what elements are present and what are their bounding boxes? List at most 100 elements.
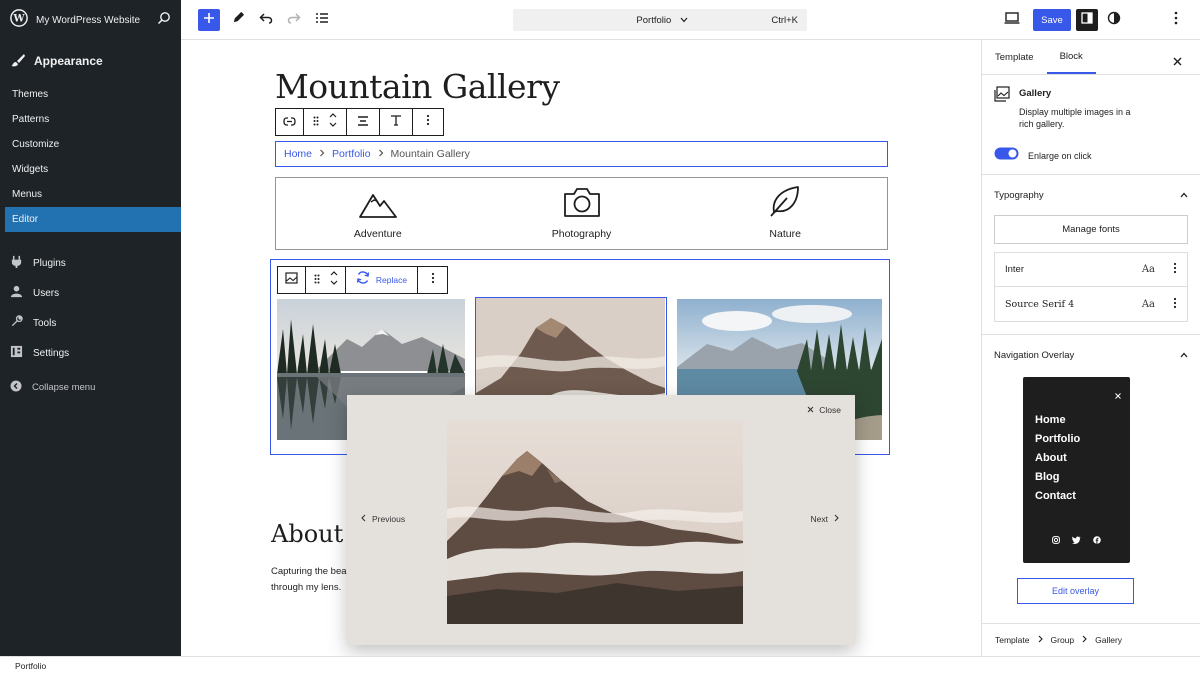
align-button[interactable] [347,109,380,135]
lightbox-next-label: Next [810,514,828,524]
chevron-up-icon [1180,190,1188,201]
more-vertical-icon [431,271,435,289]
navigation-overlay-header[interactable]: Navigation Overlay [982,335,1200,375]
move-controls[interactable] [304,109,347,135]
page-title[interactable]: Mountain Gallery [275,67,560,106]
undo-button[interactable] [255,9,277,31]
wordpress-logo-icon[interactable]: W [10,8,28,32]
menu-tools[interactable]: Tools [0,308,181,338]
typography-section: Typography Manage fonts Inter Aa Source … [982,175,1200,335]
font-preview: Aa [1141,264,1155,275]
plug-icon [10,255,23,271]
save-button[interactable]: Save [1033,9,1071,31]
block-breadcrumb-gallery[interactable]: Gallery [1095,635,1122,645]
site-editor: W My WordPress Website Appearance Themes… [0,0,1200,675]
drag-handle-icon[interactable] [313,113,319,131]
replace-button[interactable]: Replace [346,267,418,293]
redo-button[interactable] [283,9,305,31]
chevron-left-icon [361,514,366,524]
desktop-icon [1004,11,1020,29]
submenu-themes[interactable]: Themes [0,82,181,107]
device-preview-button[interactable] [1001,9,1023,31]
navigation-overlay-section: Navigation Overlay Home Portfolio About … [982,335,1200,623]
edit-overlay-button[interactable]: Edit overlay [1017,578,1134,604]
block-breadcrumb: Template Group Gallery [982,623,1200,656]
facebook-icon [1093,531,1101,549]
enlarge-toggle-row: Enlarge on click [994,147,1092,165]
manage-fonts-button[interactable]: Manage fonts [994,215,1188,244]
move-up-down-icon[interactable] [330,270,338,291]
transform-button[interactable] [276,109,304,135]
typography-header[interactable]: Typography [982,175,1200,215]
list-view-icon [315,11,329,29]
submenu-patterns[interactable]: Patterns [0,107,181,132]
about-heading[interactable]: About t [271,520,349,548]
menu-users[interactable]: Users [0,278,181,308]
category-row: Adventure Photography Nature [275,177,888,250]
category-adventure[interactable]: Adventure [276,178,480,249]
tools-button[interactable] [227,9,249,31]
font-name: Inter [1005,264,1025,275]
menu-settings[interactable]: Settings [0,338,181,368]
block-type-button[interactable] [278,267,306,293]
tab-template[interactable]: Template [982,40,1047,74]
site-name[interactable]: My WordPress Website [36,15,149,26]
list-view-button[interactable] [311,9,333,31]
chevron-right-icon [319,149,325,160]
collapse-menu-button[interactable]: Collapse menu [0,372,181,402]
move-up-down-icon[interactable] [329,112,337,133]
tab-block[interactable]: Block [1046,40,1096,74]
enlarge-on-click-toggle[interactable] [994,147,1019,165]
font-item-source-serif[interactable]: Source Serif 4 Aa [995,287,1187,321]
submenu-customize[interactable]: Customize [0,132,181,157]
lightbox-close-button[interactable]: Close [807,405,841,415]
close-panel-icon[interactable] [1173,53,1182,71]
command-palette[interactable]: Portfolio Ctrl+K [513,9,807,31]
lightbox-previous-button[interactable]: Previous [361,514,405,524]
category-nature-label: Nature [769,228,801,240]
lightbox-image [447,421,743,624]
gallery-move-controls[interactable] [306,267,346,293]
settings-toggle-button[interactable] [1076,9,1098,31]
category-photography[interactable]: Photography [480,178,684,249]
category-photography-label: Photography [551,228,612,240]
font-item-inter[interactable]: Inter Aa [995,253,1187,287]
submenu-widgets[interactable]: Widgets [0,157,181,182]
lightbox-next-button[interactable]: Next [811,514,839,524]
text-align-button[interactable] [380,109,413,135]
text-icon [390,113,402,131]
add-block-button[interactable] [198,9,220,31]
font-name: Source Serif 4 [1005,298,1075,310]
block-breadcrumb-template[interactable]: Template [995,635,1030,645]
chevron-right-icon [834,514,839,524]
close-icon [807,405,814,415]
more-vertical-icon[interactable] [1173,262,1177,277]
submenu-editor[interactable]: Editor [5,207,181,232]
status-bar: Portfolio [0,656,1200,675]
search-icon[interactable] [157,11,171,30]
breadcrumb-home[interactable]: Home [284,148,312,160]
block-options-button[interactable] [413,109,443,135]
overlay-menu-item: Contact [1035,490,1076,502]
breadcrumb-portfolio[interactable]: Portfolio [332,148,371,160]
options-button[interactable] [1165,9,1187,31]
menu-plugins[interactable]: Plugins [0,248,181,278]
align-center-icon [357,113,369,131]
styles-button[interactable] [1103,9,1125,31]
status-label: Portfolio [15,661,47,671]
lightbox-close-label: Close [819,405,841,415]
pencil-icon [232,11,245,29]
drag-handle-icon[interactable] [314,271,320,289]
block-name: Gallery [1019,88,1052,99]
gallery-options-button[interactable] [418,267,447,293]
menu-appearance[interactable]: Appearance [0,40,181,82]
sidebar-icon [1081,11,1093,29]
block-breadcrumb-group[interactable]: Group [1051,635,1075,645]
submenu-menus[interactable]: Menus [0,182,181,207]
image-icon [285,271,298,289]
navigation-overlay-title: Navigation Overlay [994,349,1075,361]
block-card: Gallery Display multiple images in a ric… [982,75,1200,175]
font-preview: Aa [1141,298,1155,310]
category-nature[interactable]: Nature [683,178,887,249]
more-vertical-icon[interactable] [1173,297,1177,312]
